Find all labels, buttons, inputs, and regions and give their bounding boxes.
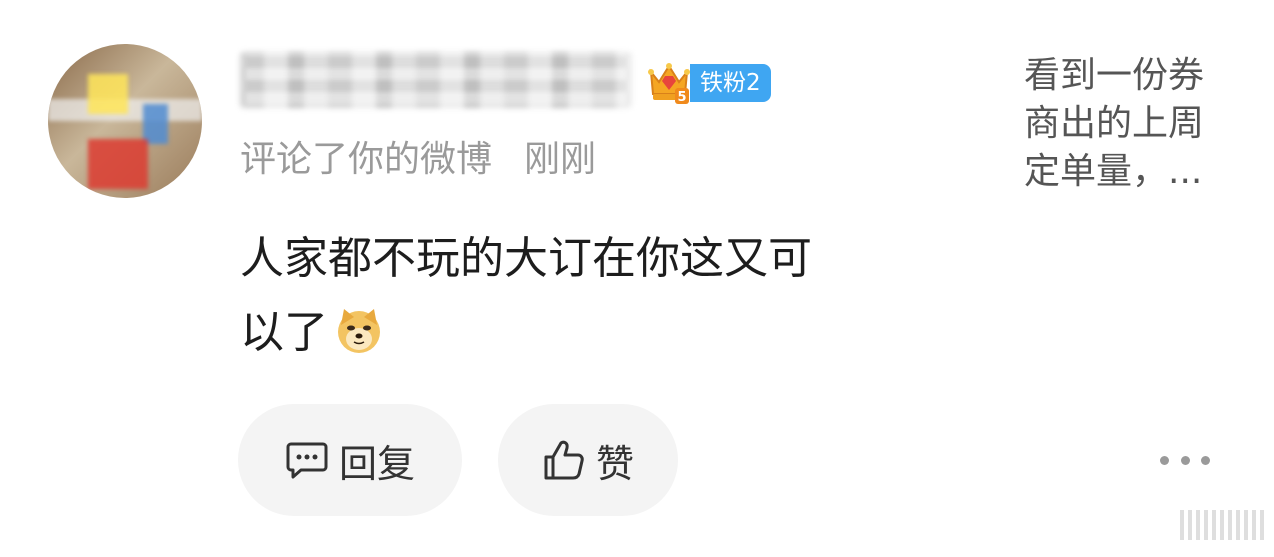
crown-level: 5 — [677, 90, 686, 105]
thumbs-up-icon — [544, 440, 584, 480]
fan-level-badge: 铁粉2 — [690, 64, 771, 102]
more-dot-icon — [1201, 455, 1210, 465]
quoted-post-line-1: 看到一份券 — [1024, 55, 1205, 96]
avatar-image-blurred — [48, 44, 202, 198]
username-pixelation — [246, 54, 626, 104]
reply-icon — [286, 442, 328, 479]
comment-line-2: 以了 — [240, 296, 940, 370]
like-button[interactable]: 赞 — [498, 404, 678, 516]
reply-label: 回复 — [338, 441, 415, 486]
like-label: 赞 — [595, 441, 634, 486]
timestamp: 刚刚 — [524, 139, 597, 180]
comment-line-2-text: 以了 — [240, 307, 328, 358]
quoted-post-line-2: 商出的上周 — [1024, 103, 1205, 144]
comment-meta: 评论了你的微博 刚刚 — [240, 130, 596, 182]
quoted-post-preview[interactable]: 看到一份券 商出的上周 定单量，... — [1024, 52, 1240, 196]
crown-icon: 5 — [648, 63, 690, 105]
more-options-button[interactable] — [1160, 446, 1210, 474]
reply-button[interactable]: 回复 — [238, 404, 462, 516]
avatar[interactable] — [48, 44, 202, 198]
doge-emoji-icon — [338, 309, 380, 353]
comment-text: 人家都不玩的大订在你这又可 以了 — [240, 222, 940, 370]
more-dot-icon — [1160, 455, 1169, 465]
watermark — [1180, 510, 1264, 540]
comment-line-1: 人家都不玩的大订在你这又可 — [240, 233, 812, 284]
quoted-post-line-3: 定单量，... — [1024, 151, 1203, 192]
more-dot-icon — [1180, 455, 1190, 465]
action-text: 评论了你的微博 — [240, 139, 493, 180]
